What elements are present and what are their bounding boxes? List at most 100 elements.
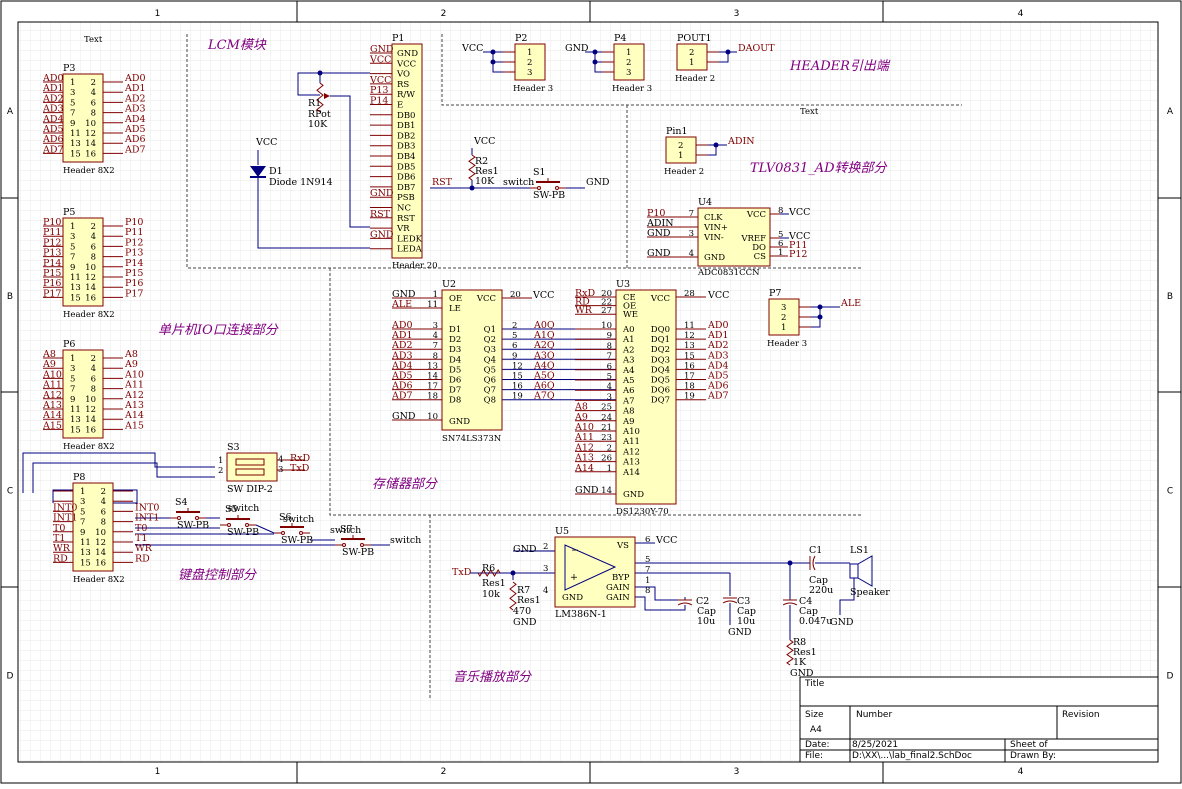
col-label: 1 xyxy=(155,9,161,19)
pin-name: DB7 xyxy=(397,183,415,193)
grid xyxy=(18,22,1158,762)
part-val: Res1 xyxy=(517,595,541,606)
pin-name: DB6 xyxy=(397,173,415,183)
pin-name: PSB xyxy=(397,193,415,203)
vcc-label: VCC xyxy=(655,535,677,546)
pin-num: 28 xyxy=(684,289,695,299)
pin-name: VIN- xyxy=(703,233,724,243)
pin-num: 9 xyxy=(70,263,75,273)
part-ref: U5 xyxy=(555,526,569,537)
pin-num: 20 xyxy=(510,290,521,300)
pin-name: VO xyxy=(396,70,410,80)
pin-num: 3 xyxy=(70,364,75,374)
pin-name: VCC xyxy=(476,294,496,304)
pin-name: DB1 xyxy=(397,121,415,131)
net-label: GND xyxy=(370,188,394,199)
junction-dot xyxy=(713,142,719,148)
part-ref: D1 xyxy=(269,166,283,177)
junction-dot xyxy=(592,49,598,55)
pin-num: 18 xyxy=(427,392,438,402)
row-label: C xyxy=(1167,487,1173,497)
part-ref: C1 xyxy=(809,545,822,556)
row-label: D xyxy=(1167,672,1174,682)
pin-name: NC xyxy=(397,204,411,214)
pin-name: Q8 xyxy=(484,396,496,406)
pin-name: DB5 xyxy=(397,162,415,172)
pin-name: A0 xyxy=(622,325,635,335)
part-val: 1K xyxy=(793,657,807,668)
net-label: RST xyxy=(370,209,391,220)
pin-num: 8 xyxy=(645,586,650,596)
pin-num: 6 xyxy=(645,535,650,545)
pin-name: A12 xyxy=(622,447,640,457)
pin-num: 14 xyxy=(427,372,438,382)
part-ref: U3 xyxy=(616,279,630,290)
pin-num: 5 xyxy=(512,331,517,341)
net-label: VCC xyxy=(788,207,810,218)
col-label: 1 xyxy=(155,767,161,777)
pin-num: 10 xyxy=(427,412,438,422)
pin-name: VR xyxy=(396,224,410,234)
pin-num: 5 xyxy=(70,374,75,384)
pin-name: DQ2 xyxy=(651,345,670,355)
pin-num: 5 xyxy=(607,372,612,382)
pin-num: 27 xyxy=(601,306,612,316)
col-label: 3 xyxy=(734,9,740,19)
pin-name: Q6 xyxy=(484,376,496,386)
pin-num: 10 xyxy=(85,395,96,405)
net-label: WR xyxy=(575,305,593,316)
part-ref: P2 xyxy=(515,33,527,44)
header-8x2-p3 xyxy=(62,73,104,163)
pin-num: 12 xyxy=(512,361,523,371)
pin-name: GND xyxy=(397,49,418,59)
vcc-label: VCC xyxy=(473,136,495,147)
part-val: 10u xyxy=(697,616,715,627)
pin-num: 2 xyxy=(543,542,548,552)
pin-num: 26 xyxy=(601,454,612,464)
part-ref: U2 xyxy=(442,279,456,290)
pin-num: 19 xyxy=(512,392,523,402)
net-label-rst: RST xyxy=(432,177,453,188)
pin-num: 11 xyxy=(70,129,81,139)
pin-num: 4 xyxy=(101,497,106,507)
vcc-label: VCC xyxy=(255,137,277,148)
date-value: 8/25/2021 xyxy=(852,740,898,750)
pin-name: A13 xyxy=(622,458,640,468)
part-name: Header 8X2 xyxy=(63,166,115,176)
size-label: Size xyxy=(805,710,824,720)
pin-name: VIN+ xyxy=(703,223,728,233)
col-label: 3 xyxy=(734,767,740,777)
net-label: ADIN xyxy=(727,136,755,147)
pin-name: LEDK xyxy=(397,234,423,244)
pin-num: 2 xyxy=(512,321,517,331)
pin-num: 6 xyxy=(607,362,612,372)
pin-num: 25 xyxy=(601,403,612,413)
net-label: P14 xyxy=(370,96,388,107)
net-label: DAOUT xyxy=(738,43,775,54)
pin-num: 13 xyxy=(70,139,81,149)
pin-num: 4 xyxy=(91,232,96,242)
section-title-header: HEADER引出端 xyxy=(789,59,891,74)
part-val: 0.047u xyxy=(799,616,832,627)
pin-num: 15 xyxy=(70,293,81,303)
gnd-label: GND xyxy=(586,177,610,188)
net-label: RD xyxy=(53,553,68,564)
pin-num: 10 xyxy=(601,321,612,331)
pin-num: 18 xyxy=(684,382,695,392)
net-label: P17 xyxy=(125,288,143,299)
pin-num: 12 xyxy=(85,129,96,139)
pin-num: 1 xyxy=(433,290,438,300)
section-title-lcm: LCM模块 xyxy=(207,38,267,53)
pin-name: GND xyxy=(704,253,725,263)
pin-num: 14 xyxy=(85,139,96,149)
pin-num: 3 xyxy=(626,68,631,78)
pin-num: 6 xyxy=(512,341,517,351)
pin-name: DQ4 xyxy=(651,365,670,375)
part-ref: P4 xyxy=(614,33,626,44)
pin-num: 1 xyxy=(527,48,532,58)
col-label: 4 xyxy=(1018,9,1024,19)
schematic-canvas: 11223344A AB BC CD DTitleSizeA4Number Revisio… xyxy=(0,0,1182,784)
pin-name: LE xyxy=(449,304,461,314)
pin-name: A1 xyxy=(622,335,635,345)
col-label: 2 xyxy=(441,9,447,19)
